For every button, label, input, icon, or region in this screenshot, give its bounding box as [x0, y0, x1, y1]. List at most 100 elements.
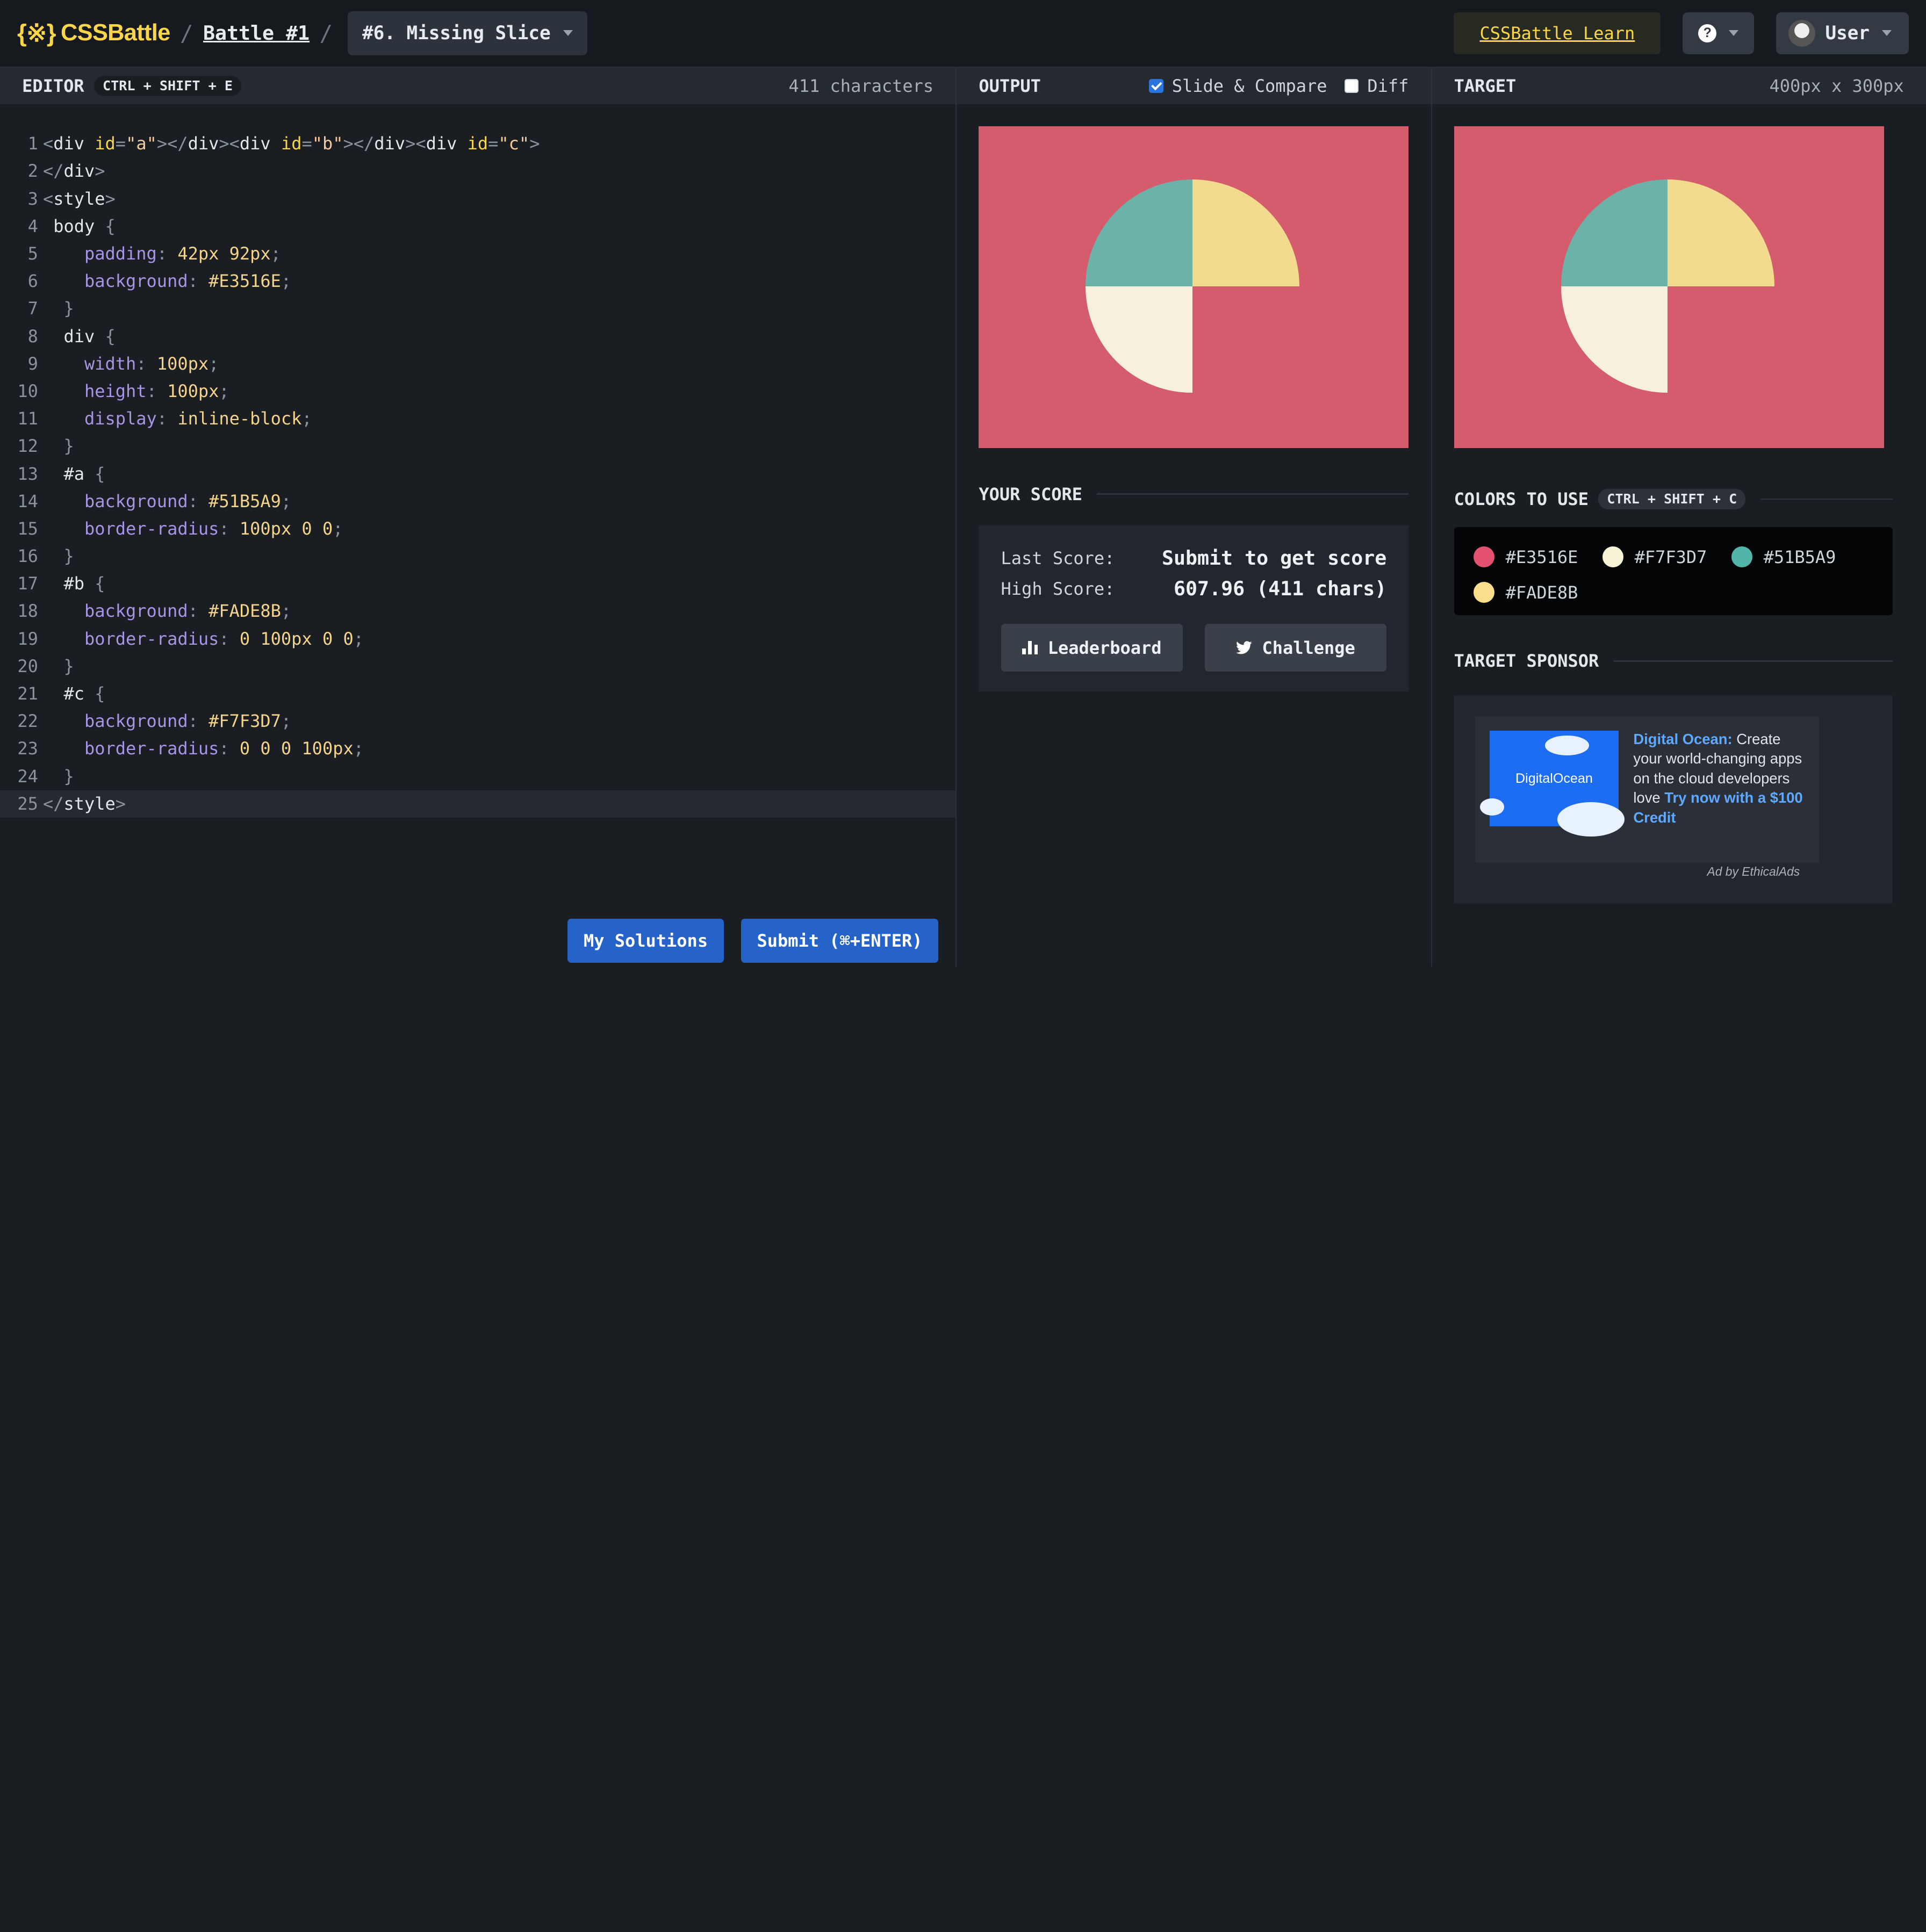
user-menu-button[interactable]: User — [1776, 12, 1909, 54]
logo-mark-icon: {※} — [17, 19, 56, 47]
color-hex-label: #E3516E — [1505, 546, 1578, 567]
line-content[interactable]: body { — [43, 213, 116, 240]
line-content[interactable]: padding: 42px 92px; — [43, 240, 281, 268]
color-swatch[interactable]: #E3516E — [1474, 539, 1602, 574]
line-content[interactable]: background: #FADE8B; — [43, 597, 291, 625]
challenge-button[interactable]: Challenge — [1204, 624, 1387, 672]
line-number: 1 — [27, 133, 38, 154]
leaderboard-button[interactable]: Leaderboard — [1001, 624, 1183, 672]
line-number: 25 — [17, 793, 38, 814]
code-line[interactable]: 23 border-radius: 0 0 0 100px; — [0, 735, 955, 762]
line-content[interactable]: } — [43, 295, 74, 322]
line-content[interactable]: div { — [43, 323, 115, 350]
line-number: 4 — [27, 215, 38, 236]
code-editor[interactable]: 1 <div id="a"></div><div id="b"></div><di… — [0, 104, 956, 818]
line-content[interactable]: } — [43, 543, 74, 570]
line-content[interactable]: border-radius: 100px 0 0; — [43, 515, 343, 543]
challenge-label: Challenge — [1262, 637, 1355, 658]
divider — [1760, 498, 1893, 500]
submit-button[interactable]: Submit (⌘+ENTER) — [741, 918, 939, 963]
line-content[interactable]: } — [43, 653, 74, 680]
code-line[interactable]: 24 } — [0, 763, 955, 790]
shape-div-a — [1086, 179, 1193, 286]
code-line[interactable]: 25 </style> — [0, 790, 956, 818]
line-content[interactable]: background: #E3516E; — [43, 268, 291, 295]
slide-compare-toggle[interactable]: Slide & Compare — [1148, 76, 1327, 96]
output-shape — [1086, 179, 1300, 394]
learn-link-button[interactable]: CSSBattle Learn — [1454, 12, 1661, 54]
ad-attribution[interactable]: Ad by EthicalAds — [1707, 864, 1800, 879]
logo[interactable]: {※} CSSBattle — [17, 19, 170, 47]
code-line[interactable]: 6 background: #E3516E; — [0, 268, 955, 295]
line-content[interactable]: } — [43, 763, 74, 790]
line-content[interactable]: <style> — [43, 185, 116, 213]
sponsor-title: TARGET SPONSOR — [1454, 651, 1599, 672]
line-content[interactable]: width: 100px; — [43, 350, 219, 378]
line-content[interactable]: background: #51B5A9; — [43, 488, 291, 515]
output-canvas[interactable] — [979, 126, 1409, 449]
sponsor-brand: Digital Ocean: — [1633, 730, 1733, 747]
last-score-row: Last Score: Submit to get score — [1001, 543, 1387, 573]
code-line[interactable]: 10 height: 100px; — [0, 378, 955, 405]
shape-div-c — [1086, 286, 1193, 393]
code-line[interactable]: 17 #b { — [0, 570, 955, 597]
code-line[interactable]: 7 } — [0, 295, 955, 322]
color-swatch[interactable]: #FADE8B — [1474, 575, 1602, 610]
color-dot-icon — [1731, 546, 1753, 567]
code-line[interactable]: 13 #a { — [0, 460, 955, 488]
battle-link[interactable]: Battle #1 — [203, 21, 310, 45]
slide-compare-checkbox[interactable] — [1148, 78, 1163, 93]
code-line[interactable]: 2 </div> — [0, 157, 955, 185]
bar-chart-icon — [1022, 641, 1038, 655]
line-content[interactable]: #a { — [43, 460, 105, 488]
line-number: 21 — [17, 683, 38, 704]
line-number: 13 — [17, 463, 38, 484]
color-swatch[interactable]: #F7F3D7 — [1602, 539, 1731, 574]
line-content[interactable]: </style> — [43, 790, 126, 818]
my-solutions-button[interactable]: My Solutions — [567, 918, 724, 963]
code-line[interactable]: 3 <style> — [0, 185, 955, 213]
code-line[interactable]: 11 display: inline-block; — [0, 405, 955, 432]
code-line[interactable]: 14 background: #51B5A9; — [0, 488, 955, 515]
code-line[interactable]: 15 border-radius: 100px 0 0; — [0, 515, 955, 543]
code-line[interactable]: 5 padding: 42px 92px; — [0, 240, 955, 268]
code-line[interactable]: 18 background: #FADE8B; — [0, 597, 955, 625]
code-line[interactable]: 21 #c { — [0, 680, 955, 708]
code-line[interactable]: 20 } — [0, 653, 955, 680]
color-swatch[interactable]: #51B5A9 — [1731, 539, 1860, 574]
line-content[interactable]: <div id="a"></div><div id="b"></div><div… — [43, 130, 540, 157]
target-select-dropdown[interactable]: #6. Missing Slice — [347, 11, 587, 55]
line-content[interactable]: #b { — [43, 570, 105, 597]
code-line[interactable]: 1 <div id="a"></div><div id="b"></div><di… — [0, 130, 955, 157]
code-line[interactable]: 12 } — [0, 432, 955, 460]
sponsor-heading: TARGET SPONSOR — [1454, 651, 1893, 671]
sponsor-ad[interactable]: DigitalOcean Digital Ocean: Create your … — [1475, 716, 1819, 862]
colors-heading: COLORS TO USE CTRL + SHIFT + C — [1454, 488, 1893, 509]
code-line[interactable]: 8 div { — [0, 323, 955, 350]
chevron-down-icon — [1881, 30, 1892, 36]
diff-checkbox[interactable] — [1344, 78, 1359, 93]
line-content[interactable]: display: inline-block; — [43, 405, 312, 432]
code-line[interactable]: 4 body { — [0, 213, 955, 240]
line-content[interactable]: border-radius: 0 0 0 100px; — [43, 735, 364, 762]
editor-pane: EDITOR CTRL + SHIFT + E 411 characters 1… — [0, 67, 957, 967]
sponsor-panel: DigitalOcean Digital Ocean: Create your … — [1454, 695, 1893, 904]
line-content[interactable]: #c { — [43, 680, 105, 708]
line-content[interactable]: </div> — [43, 157, 105, 185]
code-line[interactable]: 9 width: 100px; — [0, 350, 955, 378]
code-line[interactable]: 16 } — [0, 543, 955, 570]
line-number: 2 — [27, 161, 38, 182]
line-content[interactable]: } — [43, 432, 74, 460]
code-line[interactable]: 22 background: #F7F3D7; — [0, 708, 955, 735]
sponsor-ad-image[interactable]: DigitalOcean — [1479, 730, 1625, 837]
code-line[interactable]: 19 border-radius: 0 100px 0 0; — [0, 625, 955, 653]
diff-toggle[interactable]: Diff — [1344, 76, 1408, 96]
shape-div-b — [1192, 179, 1299, 286]
sponsor-ad-text[interactable]: Digital Ocean: Create your world-changin… — [1633, 730, 1805, 828]
line-content[interactable]: height: 100px; — [43, 378, 229, 405]
line-content[interactable]: border-radius: 0 100px 0 0; — [43, 625, 364, 653]
question-icon: ? — [1698, 24, 1717, 42]
line-content[interactable]: background: #F7F3D7; — [43, 708, 291, 735]
help-dropdown-button[interactable]: ? — [1683, 12, 1754, 54]
line-number: 18 — [17, 601, 38, 622]
